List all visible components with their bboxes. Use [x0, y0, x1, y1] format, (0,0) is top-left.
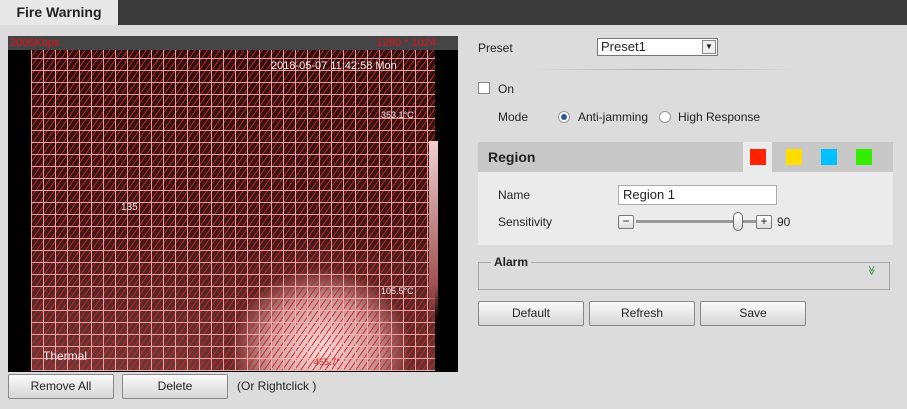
hot-object	[429, 141, 438, 321]
divider	[530, 69, 800, 70]
mode-high-response-label: High Response	[678, 110, 761, 124]
video-preview[interactable]: 2006Kbps 1280 * 1024 2018-05-07 11:42:58…	[8, 36, 458, 372]
temp-max-label: 353.1°C	[381, 110, 414, 120]
temp-label-right: 105.5°C	[381, 286, 414, 296]
remove-all-button[interactable]: Remove All	[8, 374, 114, 399]
alarm-label: Alarm	[491, 255, 532, 269]
expand-chevron-icon[interactable]: ≫	[866, 265, 877, 275]
channel-label: Thermal	[43, 349, 88, 363]
save-button[interactable]: Save	[700, 301, 806, 326]
region-name-input[interactable]: Region 1	[618, 185, 777, 205]
region-color-green[interactable]	[849, 142, 878, 172]
temp-label-bottom: 455.7°	[314, 357, 341, 367]
sensitivity-slider-thumb[interactable]	[733, 212, 743, 231]
region-color-red[interactable]	[743, 142, 772, 172]
region-title: Region	[488, 149, 536, 165]
thermal-image-detection-grid[interactable]: 2018-05-07 11:42:58 Mon 353.1°C 135 105.…	[31, 50, 438, 371]
temp-label: 135	[121, 202, 138, 213]
preset-select[interactable]: Preset1 ▼	[597, 38, 718, 56]
enable-label: On	[498, 82, 515, 96]
default-button[interactable]: Default	[478, 301, 584, 326]
sensitivity-label: Sensitivity	[498, 215, 553, 229]
top-bar: Fire Warning	[0, 0, 907, 25]
sensitivity-decrease-button[interactable]: −	[618, 215, 634, 229]
video-status-bar: 2006Kbps 1280 * 1024	[8, 36, 458, 50]
resolution: 1280 * 1024	[376, 37, 436, 49]
sensitivity-increase-button[interactable]: +	[756, 215, 772, 229]
rightclick-hint: (Or Rightclick )	[237, 379, 317, 393]
enable-checkbox[interactable]	[478, 82, 490, 94]
preset-label: Preset	[478, 41, 513, 55]
mode-anti-jamming-label: Anti-jamming	[578, 110, 649, 124]
mode-label: Mode	[498, 110, 529, 124]
bitrate: 2006Kbps	[10, 37, 60, 49]
refresh-button[interactable]: Refresh	[589, 301, 695, 326]
region-color-yellow[interactable]	[779, 142, 808, 172]
mode-high-response-radio[interactable]	[659, 111, 671, 123]
name-label: Name	[498, 188, 531, 202]
preset-value: Preset1	[601, 39, 646, 54]
osd-timestamp: 2018-05-07 11:42:58 Mon	[271, 60, 397, 72]
alarm-section: Alarm	[478, 255, 890, 290]
chevron-down-icon[interactable]: ▼	[702, 40, 716, 54]
tab-fire-warning[interactable]: Fire Warning	[0, 0, 118, 25]
sensitivity-value: 90	[777, 215, 791, 229]
region-color-cyan[interactable]	[814, 142, 843, 172]
delete-button[interactable]: Delete	[122, 374, 228, 399]
mode-anti-jamming-radio[interactable]	[558, 111, 570, 123]
